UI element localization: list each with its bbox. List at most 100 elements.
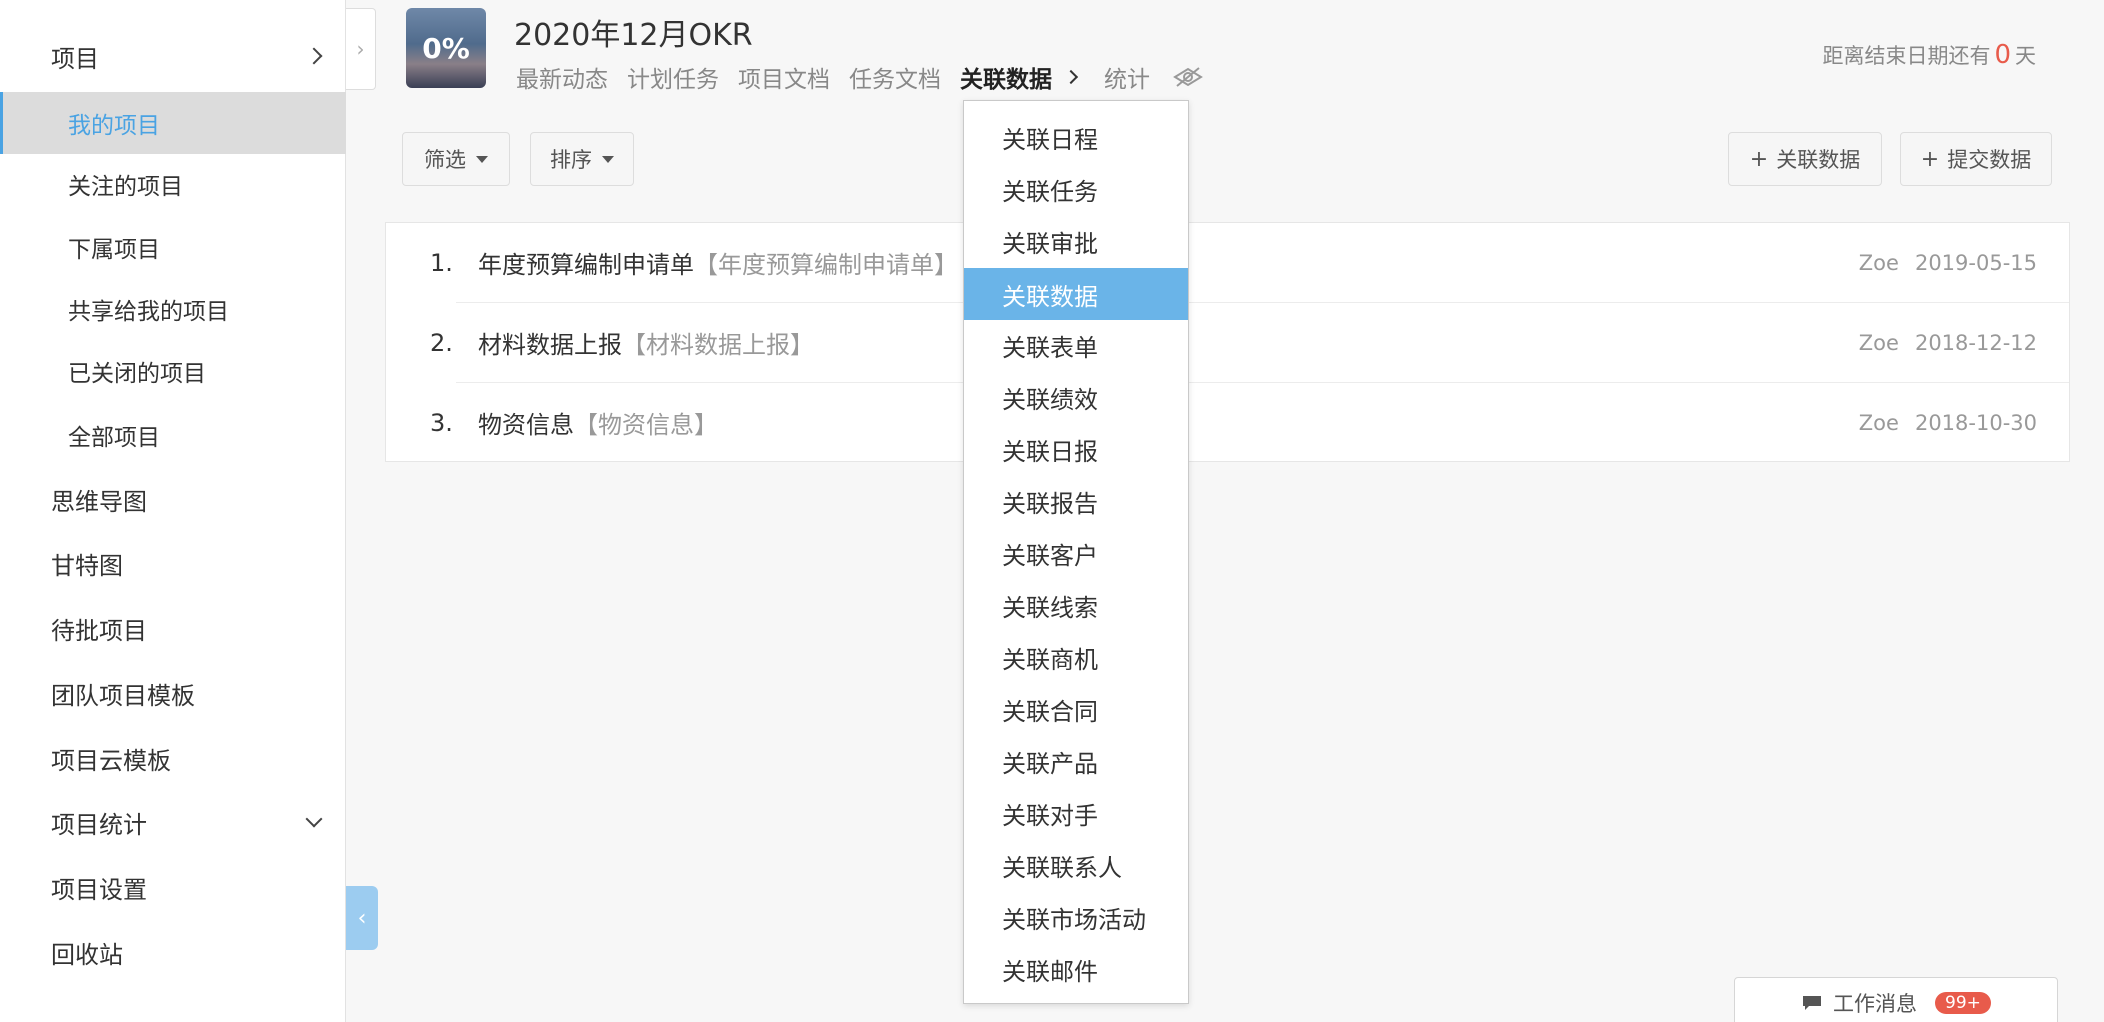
sidebar-item-project-stats[interactable]: 项目统计 bbox=[0, 790, 346, 854]
menu-item-link-competitor[interactable]: 关联对手 bbox=[964, 787, 1188, 839]
eye-hidden-icon[interactable] bbox=[1173, 66, 1203, 88]
sidebar-item-label: 甘特图 bbox=[51, 551, 123, 580]
project-avatar: 0% bbox=[406, 8, 486, 88]
filter-button[interactable]: 筛选 bbox=[402, 132, 510, 186]
list-item[interactable]: 3. 物资信息【物资信息】 Zoe 2018-10-30 bbox=[386, 383, 2069, 462]
row-alias: 【材料数据上报】 bbox=[622, 331, 814, 359]
work-message-label: 工作消息 bbox=[1833, 992, 1918, 1016]
submit-data-button[interactable]: + 提交数据 bbox=[1900, 132, 2052, 186]
menu-item-link-task[interactable]: 关联任务 bbox=[964, 163, 1188, 215]
sidebar-item-closed-projects[interactable]: 已关闭的项目 bbox=[0, 340, 346, 402]
expand-panel-button[interactable]: › bbox=[346, 8, 376, 90]
caret-down-icon bbox=[602, 155, 614, 163]
plus-icon: + bbox=[1749, 146, 1769, 172]
plus-icon: + bbox=[1920, 146, 1940, 172]
sidebar-item-label: 全部项目 bbox=[68, 425, 160, 451]
menu-item-link-report[interactable]: 关联报告 bbox=[964, 475, 1188, 527]
row-user: Zoe bbox=[1858, 410, 1899, 435]
menu-item-link-opportunity[interactable]: 关联商机 bbox=[964, 631, 1188, 683]
unread-badge: 99+ bbox=[1935, 992, 1991, 1014]
sidebar-item-pending-projects[interactable]: 待批项目 bbox=[0, 596, 346, 660]
sidebar-item-label: 项目云模板 bbox=[51, 746, 171, 775]
sidebar-item-project-settings[interactable]: 项目设置 bbox=[0, 855, 346, 919]
menu-item-link-schedule[interactable]: 关联日程 bbox=[964, 111, 1188, 163]
row-meta: Zoe 2018-12-12 bbox=[1859, 331, 2037, 355]
row-meta: Zoe 2018-10-30 bbox=[1859, 411, 2037, 435]
tab-task-docs[interactable]: 任务文档 bbox=[849, 60, 941, 94]
row-name: 年度预算编制申请单 bbox=[478, 251, 694, 279]
menu-item-link-campaign[interactable]: 关联市场活动 bbox=[964, 891, 1188, 943]
linked-data-list: 1. 年度预算编制申请单【年度预算编制申请单】 Zoe 2019-05-15 2.… bbox=[385, 222, 2070, 462]
sidebar-item-label: 关注的项目 bbox=[68, 174, 183, 200]
tab-linked-data[interactable]: 关联数据 bbox=[960, 60, 1052, 94]
collapse-sidebar-button[interactable]: ‹ bbox=[346, 886, 378, 950]
progress-text: 0% bbox=[422, 31, 470, 65]
row-date: 2019-05-15 bbox=[1914, 250, 2037, 275]
sidebar-item-label: 待批项目 bbox=[51, 616, 147, 645]
sidebar-item-label: 团队项目模板 bbox=[51, 681, 195, 710]
sidebar-item-recycle-bin[interactable]: 回收站 bbox=[0, 920, 346, 984]
row-name: 物资信息 bbox=[478, 411, 574, 439]
deadline-countdown: 距离结束日期还有 0 天 bbox=[1822, 40, 2036, 70]
chevron-right-icon bbox=[305, 47, 323, 65]
chat-icon bbox=[1803, 996, 1822, 1010]
tab-latest-activity[interactable]: 最新动态 bbox=[516, 60, 608, 94]
sidebar-item-followed-projects[interactable]: 关注的项目 bbox=[0, 153, 346, 215]
deadline-prefix: 距离结束日期还有 bbox=[1822, 44, 1991, 68]
submit-data-label: 提交数据 bbox=[1947, 148, 2032, 172]
sidebar-item-subordinate-projects[interactable]: 下属项目 bbox=[0, 216, 346, 278]
menu-item-link-email[interactable]: 关联邮件 bbox=[964, 943, 1188, 995]
menu-item-link-contract[interactable]: 关联合同 bbox=[964, 683, 1188, 735]
sidebar-item-label: 项目统计 bbox=[51, 810, 147, 839]
link-data-button[interactable]: + 关联数据 bbox=[1728, 132, 1882, 186]
list-item[interactable]: 1. 年度预算编制申请单【年度预算编制申请单】 Zoe 2019-05-15 bbox=[386, 223, 2069, 302]
row-name: 材料数据上报 bbox=[478, 331, 622, 359]
tab-statistics[interactable]: 统计 bbox=[1104, 60, 1150, 94]
filter-label: 筛选 bbox=[424, 148, 466, 172]
sidebar-item-my-projects[interactable]: 我的项目 bbox=[0, 92, 346, 154]
menu-item-link-approval[interactable]: 关联审批 bbox=[964, 215, 1188, 267]
row-date: 2018-12-12 bbox=[1914, 330, 2037, 355]
row-index: 1. bbox=[430, 248, 453, 277]
list-item[interactable]: 2. 材料数据上报【材料数据上报】 Zoe 2018-12-12 bbox=[386, 303, 2069, 382]
menu-item-link-form[interactable]: 关联表单 bbox=[964, 319, 1188, 371]
work-message-button[interactable]: 工作消息 99+ bbox=[1734, 977, 2058, 1022]
sidebar-item-cloud-templates[interactable]: 项目云模板 bbox=[0, 726, 346, 790]
sidebar-item-projects[interactable]: 项目 bbox=[0, 24, 346, 88]
chevron-right-icon: › bbox=[356, 37, 365, 61]
row-date: 2018-10-30 bbox=[1914, 410, 2037, 435]
menu-item-link-product[interactable]: 关联产品 bbox=[964, 735, 1188, 787]
sidebar-item-label: 项目 bbox=[51, 44, 99, 73]
menu-item-link-customer[interactable]: 关联客户 bbox=[964, 527, 1188, 579]
menu-item-link-data[interactable]: 关联数据 bbox=[964, 268, 1188, 320]
sidebar-item-all-projects[interactable]: 全部项目 bbox=[0, 404, 346, 466]
sidebar-item-mind-map[interactable]: 思维导图 bbox=[0, 467, 346, 531]
chevron-left-icon: ‹ bbox=[357, 905, 367, 931]
row-alias: 【年度预算编制申请单】 bbox=[694, 251, 958, 279]
sidebar-item-shared-projects[interactable]: 共享给我的项目 bbox=[0, 278, 346, 340]
row-title: 材料数据上报【材料数据上报】 bbox=[478, 325, 814, 360]
tab-planned-tasks[interactable]: 计划任务 bbox=[627, 60, 719, 94]
sidebar-item-gantt[interactable]: 甘特图 bbox=[0, 531, 346, 595]
tab-project-docs[interactable]: 项目文档 bbox=[738, 60, 830, 94]
sidebar-item-label: 已关闭的项目 bbox=[68, 361, 206, 387]
menu-item-link-lead[interactable]: 关联线索 bbox=[964, 579, 1188, 631]
menu-item-link-contact[interactable]: 关联联系人 bbox=[964, 839, 1188, 891]
chevron-right-icon bbox=[1063, 69, 1079, 85]
row-alias: 【物资信息】 bbox=[574, 411, 718, 439]
row-index: 2. bbox=[430, 328, 453, 357]
sort-button[interactable]: 排序 bbox=[530, 132, 634, 186]
project-tabs: 最新动态 计划任务 项目文档 任务文档 关联数据 统计 bbox=[516, 60, 1203, 94]
sort-label: 排序 bbox=[550, 148, 592, 172]
row-title: 年度预算编制申请单【年度预算编制申请单】 bbox=[478, 245, 958, 280]
page-title: 2020年12月OKR bbox=[514, 18, 753, 53]
deadline-days: 0 bbox=[1994, 40, 2011, 70]
sidebar-item-label: 回收站 bbox=[51, 940, 123, 969]
sidebar-item-label: 共享给我的项目 bbox=[68, 299, 229, 325]
menu-item-link-daily-report[interactable]: 关联日报 bbox=[964, 423, 1188, 475]
sidebar-item-team-templates[interactable]: 团队项目模板 bbox=[0, 661, 346, 725]
row-user: Zoe bbox=[1858, 250, 1899, 275]
row-title: 物资信息【物资信息】 bbox=[478, 405, 718, 440]
row-meta: Zoe 2019-05-15 bbox=[1859, 251, 2037, 275]
menu-item-link-performance[interactable]: 关联绩效 bbox=[964, 371, 1188, 423]
